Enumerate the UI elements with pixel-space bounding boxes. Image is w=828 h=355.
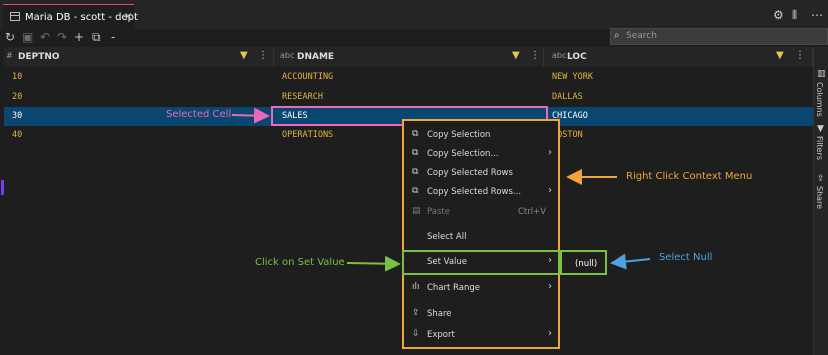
set-value-arrow <box>346 255 401 272</box>
selected-cell-arrow <box>231 107 270 124</box>
annotation-context-menu: Right Click Context Menu <box>626 171 753 182</box>
annotation-set-value: Click on Set Value <box>255 257 345 268</box>
select-null-arrow <box>610 253 651 270</box>
annotation-select-null: Select Null <box>659 252 713 263</box>
annotation-selected-cell: Selected Cell <box>166 109 232 120</box>
